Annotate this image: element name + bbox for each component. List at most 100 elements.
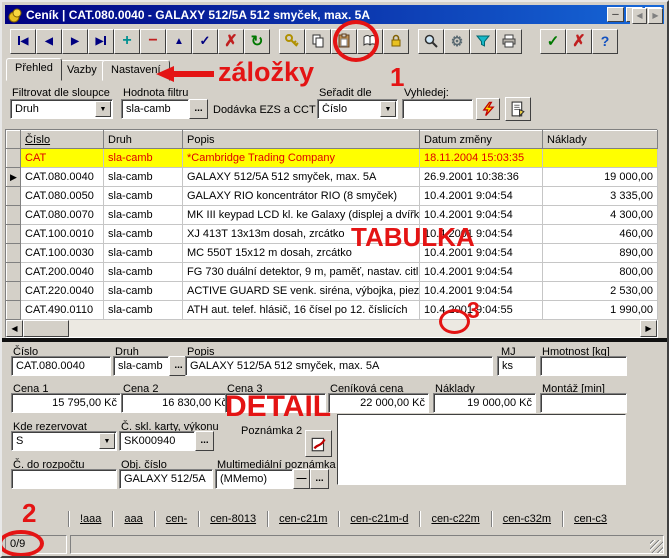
filter-column-select[interactable]: Druh ▼	[10, 99, 113, 119]
close-form-button[interactable]: ✗	[566, 29, 592, 54]
cell-naklady[interactable]: 19 000,00	[543, 168, 658, 187]
lock-button[interactable]	[383, 29, 409, 54]
help-button[interactable]: ?	[592, 29, 618, 54]
cell-cislo[interactable]: CAT.490.0110	[21, 301, 104, 320]
table-row[interactable]: CAT.100.0010sla-cambXJ 413T 13x13m dosah…	[7, 225, 658, 244]
cell-naklady[interactable]: 4 300,00	[543, 206, 658, 225]
cell-datum[interactable]: 10.4.2001 9:04:54	[420, 244, 543, 263]
cell-cislo[interactable]: CAT	[21, 149, 104, 168]
poznamka2-edit-button[interactable]	[305, 430, 332, 457]
cell-popis[interactable]: FG 730 duální detektor, 9 m, paměť, nast…	[183, 263, 420, 282]
cell-cislo[interactable]: CAT.100.0010	[21, 225, 104, 244]
next-record-button[interactable]: ▶	[62, 29, 88, 54]
detail-cena3-field[interactable]	[225, 393, 326, 413]
cancel-edit-button[interactable]: ✗	[218, 29, 244, 54]
refresh-button[interactable]: ↻	[244, 29, 270, 54]
catalog-button[interactable]	[357, 29, 383, 54]
tab-prehled[interactable]: Přehled	[6, 58, 62, 81]
ok-button[interactable]: ✓	[540, 29, 566, 54]
filter-value-input[interactable]: sla-camb	[121, 99, 189, 119]
table-row[interactable]: CATsla-camb*Cambridge Trading Company18.…	[7, 149, 658, 168]
detail-kde-select[interactable]: S ▼	[11, 431, 117, 451]
cell-popis[interactable]: MC 550T 15x12 m dosah, zrcátko	[183, 244, 420, 263]
settings-button[interactable]: ⚙	[444, 29, 470, 54]
table-row[interactable]: CAT.220.0040sla-cambACTIVE GUARD SE venk…	[7, 282, 658, 301]
cell-druh[interactable]: sla-camb	[104, 206, 183, 225]
cell-datum[interactable]: 10.4.2001 9:04:54	[420, 187, 543, 206]
table-row[interactable]: CAT.200.0040sla-cambFG 730 duální detekt…	[7, 263, 658, 282]
chevron-down-icon[interactable]: ▼	[99, 433, 115, 449]
cell-cislo[interactable]: CAT.220.0040	[21, 282, 104, 301]
mmemo-minus-button[interactable]: —	[293, 469, 310, 489]
delete-record-button[interactable]: −	[140, 29, 166, 54]
poznamka2-memo[interactable]	[337, 414, 626, 485]
cell-druh[interactable]: sla-camb	[104, 149, 183, 168]
chevron-down-icon[interactable]: ▼	[380, 101, 396, 117]
cell-naklady[interactable]: 890,00	[543, 244, 658, 263]
table-row[interactable]: CAT.080.0070sla-cambMK III keypad LCD kl…	[7, 206, 658, 225]
detail-mmemo-field[interactable]: (MMemo)	[215, 469, 293, 489]
bottom-tab[interactable]: cen-c21m	[279, 513, 327, 525]
table-row[interactable]: CAT.100.0030sla-cambMC 550T 15x12 m dosa…	[7, 244, 658, 263]
bottom-tab[interactable]: cen-c3	[574, 513, 607, 525]
cell-druh[interactable]: sla-camb	[104, 263, 183, 282]
sort-select[interactable]: Číslo ▼	[317, 99, 398, 119]
cell-druh[interactable]: sla-camb	[104, 168, 183, 187]
detail-hmotnost-field[interactable]	[540, 356, 627, 376]
column-header-datum[interactable]: Datum změny	[420, 131, 543, 149]
chevron-down-icon[interactable]: ▼	[95, 101, 111, 117]
prior-record-button[interactable]: ◀	[36, 29, 62, 54]
cell-druh[interactable]: sla-camb	[104, 187, 183, 206]
cell-datum[interactable]: 10.4.2001 9:04:54	[420, 263, 543, 282]
filter-value-ellipsis-button[interactable]: ...	[189, 99, 208, 119]
detail-popis-field[interactable]: GALAXY 512/5A 512 smyček, max. 5A	[185, 356, 493, 376]
search-button[interactable]	[418, 29, 444, 54]
column-header-naklady[interactable]: Náklady	[543, 131, 658, 149]
scroll-right-icon[interactable]: ▶	[640, 320, 657, 337]
tabs-scroll-left-icon[interactable]: ◀	[632, 8, 647, 24]
bottom-tab[interactable]: cen-c21m-d	[350, 513, 408, 525]
cell-datum[interactable]: 10.4.2001 9:04:54	[420, 282, 543, 301]
scrollbar-thumb[interactable]	[23, 320, 69, 337]
resize-grip[interactable]	[650, 540, 663, 553]
detail-cena1-field[interactable]: 15 795,00 Kč	[11, 393, 121, 413]
cell-datum[interactable]: 18.11.2004 15:03:35	[420, 149, 543, 168]
detail-rozpocet-field[interactable]	[11, 469, 117, 489]
select-list-button[interactable]	[505, 97, 531, 121]
cell-druh[interactable]: sla-camb	[104, 301, 183, 320]
cell-popis[interactable]: GALAXY 512/5A 512 smyček, max. 5A	[183, 168, 420, 187]
cell-cislo[interactable]: CAT.080.0040	[21, 168, 104, 187]
cell-druh[interactable]: sla-camb	[104, 225, 183, 244]
minimize-button[interactable]: ─	[607, 7, 624, 22]
detail-sklkarta-ellipsis-button[interactable]: ...	[195, 431, 214, 451]
filter-button[interactable]	[470, 29, 496, 54]
column-header-cislo[interactable]: Číslo	[21, 131, 104, 149]
cell-naklady[interactable]: 800,00	[543, 263, 658, 282]
first-record-button[interactable]: ◀	[10, 29, 36, 54]
cell-popis[interactable]: *Cambridge Trading Company	[183, 149, 420, 168]
tabs-scroll-right-icon[interactable]: ▶	[648, 8, 663, 24]
quick-search-button[interactable]	[476, 98, 500, 120]
bottom-tab[interactable]: cen-c22m	[431, 513, 479, 525]
detail-sklkarta-field[interactable]: SK000940	[119, 431, 195, 451]
detail-cislo-field[interactable]: CAT.080.0040	[11, 356, 111, 376]
mmemo-ellipsis-button[interactable]: ...	[310, 469, 329, 489]
cell-popis[interactable]: ACTIVE GUARD SE venk. siréna, výbojka, p…	[183, 282, 420, 301]
detail-naklady-field[interactable]: 19 000,00 Kč	[433, 393, 536, 413]
insert-record-button[interactable]: +	[114, 29, 140, 54]
last-record-button[interactable]: ▶	[88, 29, 114, 54]
paste-button[interactable]	[331, 29, 357, 54]
search-input[interactable]	[402, 99, 473, 119]
tab-vazby[interactable]: Vazby	[58, 60, 106, 81]
cell-popis[interactable]: MK III keypad LCD kl. ke Galaxy (displej…	[183, 206, 420, 225]
cell-druh[interactable]: sla-camb	[104, 282, 183, 301]
cell-naklady[interactable]: 2 530,00	[543, 282, 658, 301]
horizontal-scrollbar[interactable]: ◀ ▶	[6, 320, 657, 337]
table-row[interactable]: CAT.490.0110sla-cambATH aut. telef. hlás…	[7, 301, 658, 320]
detail-montaz-field[interactable]	[540, 393, 627, 413]
detail-druh-field[interactable]: sla-camb	[113, 356, 169, 376]
cell-cislo[interactable]: CAT.200.0040	[21, 263, 104, 282]
cell-naklady[interactable]: 1 990,00	[543, 301, 658, 320]
bottom-tab[interactable]: cen-8013	[210, 513, 256, 525]
cell-naklady[interactable]: 460,00	[543, 225, 658, 244]
